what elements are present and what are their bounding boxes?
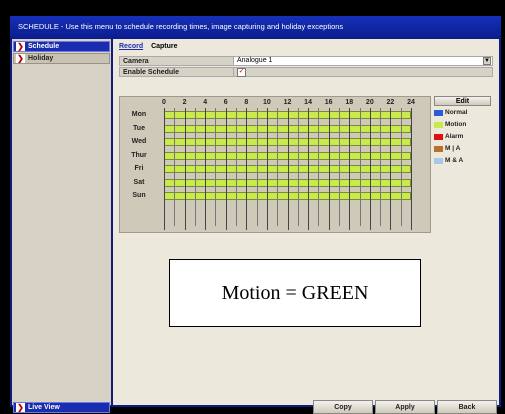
sidebar-item-label: Schedule: [28, 43, 60, 50]
schedule-window: SCHEDULE - Use this menu to schedule rec…: [10, 16, 501, 414]
day-label: Wed: [131, 138, 147, 145]
hour-gridline: [215, 108, 217, 226]
hour-gridline: [359, 108, 361, 226]
hour-gridline: [369, 108, 371, 230]
hour-label: 4: [203, 99, 208, 106]
tab-capture[interactable]: Capture: [151, 43, 177, 50]
schedule-grid[interactable]: 0 2 4 6 8 10 12 14 16 18 20 22 24 Mon Tue Wed Thur Fri Sat…: [119, 96, 431, 233]
enable-schedule-checkbox[interactable]: ✓: [237, 68, 246, 77]
day-label: Fri: [134, 165, 144, 172]
day-label: Sat: [133, 178, 145, 186]
legend-label: Alarm: [445, 133, 464, 140]
legend-item: M & A: [434, 157, 463, 164]
legend-swatch: [434, 109, 443, 116]
hour-gridline: [194, 108, 196, 226]
legend-swatch: [434, 145, 443, 152]
tab-bar: Record Capture: [119, 43, 184, 50]
legend-item: M | A: [434, 145, 460, 152]
hour-gridline: [318, 108, 320, 226]
window-title: SCHEDULE - Use this menu to schedule rec…: [10, 16, 501, 38]
sidebar-item-schedule[interactable]: ❯ Schedule: [13, 41, 110, 52]
hour-gridline: [184, 108, 186, 230]
legend-item: Motion: [434, 121, 466, 128]
hour-gridline: [308, 108, 310, 230]
chevron-right-icon: ❯: [16, 54, 25, 63]
annotation-box: Motion = GREEN: [169, 259, 421, 327]
legend-label: M | A: [445, 145, 461, 152]
legend-item: Normal: [434, 109, 467, 116]
legend-swatch: [434, 133, 443, 140]
hour-gridline: [174, 108, 176, 226]
legend-item: Alarm: [434, 133, 463, 140]
day-label: Thur: [131, 151, 147, 159]
apply-button[interactable]: Apply: [375, 400, 435, 414]
chevron-right-icon: ❯: [16, 42, 25, 51]
hour-gridline: [205, 108, 207, 230]
day-label: Sun: [132, 192, 146, 199]
hour-gridline: [277, 108, 279, 226]
hour-label: 20: [365, 99, 374, 106]
sidebar-item-label: Holiday: [28, 55, 54, 62]
hour-gridline: [400, 108, 402, 226]
camera-label: Camera: [123, 58, 149, 65]
hour-gridline: [411, 108, 412, 230]
hour-label: 10: [263, 99, 271, 106]
legend-label: Normal: [445, 109, 468, 116]
legend-label: Motion: [445, 121, 467, 128]
legend-label: M & A: [445, 157, 464, 164]
hour-gridline: [266, 108, 268, 230]
chevron-down-icon[interactable]: ▼: [483, 57, 491, 65]
copy-button[interactable]: Copy: [313, 400, 373, 414]
hour-label: 6: [223, 99, 228, 106]
hour-label: 12: [283, 99, 292, 106]
main-panel: Record Capture Camera Analogue 1 ▼ Enabl…: [113, 39, 499, 414]
hour-gridline: [225, 108, 227, 230]
hour-gridline: [328, 108, 330, 230]
legend-swatch: [434, 121, 443, 128]
day-label: Tue: [133, 124, 145, 132]
legend-swatch: [434, 157, 443, 164]
enable-schedule-row: Enable Schedule ✓: [119, 67, 493, 77]
hour-label: 2: [182, 99, 187, 106]
hour-gridline: [297, 108, 299, 226]
hour-gridline: [380, 108, 382, 226]
hour-gridline: [256, 108, 258, 226]
enable-schedule-cell: ✓: [233, 68, 492, 77]
camera-select[interactable]: Analogue 1 ▼: [233, 57, 492, 65]
hour-label: 0: [162, 99, 166, 106]
hour-gridline: [287, 108, 289, 230]
back-button[interactable]: Back: [437, 400, 497, 414]
hour-label: 22: [386, 99, 395, 106]
sidebar: ❯ Schedule ❯ Holiday ❯ Live View: [12, 39, 111, 413]
hour-label: 24: [407, 99, 415, 106]
hour-gridline: [390, 108, 392, 230]
sidebar-item-holiday[interactable]: ❯ Holiday: [13, 53, 110, 64]
hour-label: 8: [244, 99, 249, 106]
hour-gridline: [236, 108, 238, 226]
camera-row: Camera Analogue 1 ▼: [119, 56, 493, 66]
camera-value: Analogue 1: [237, 57, 273, 64]
edit-button[interactable]: Edit: [434, 96, 491, 106]
hour-gridline: [349, 108, 351, 230]
hour-label: 16: [324, 99, 333, 106]
hour-gridline: [164, 108, 165, 230]
enable-schedule-label: Enable Schedule: [123, 69, 180, 76]
hour-label: 18: [345, 99, 354, 106]
hour-label: 14: [304, 99, 312, 106]
hour-gridline: [338, 108, 340, 226]
hour-gridline: [246, 108, 248, 230]
day-label: Mon: [131, 111, 147, 118]
tab-record[interactable]: Record: [119, 43, 143, 50]
